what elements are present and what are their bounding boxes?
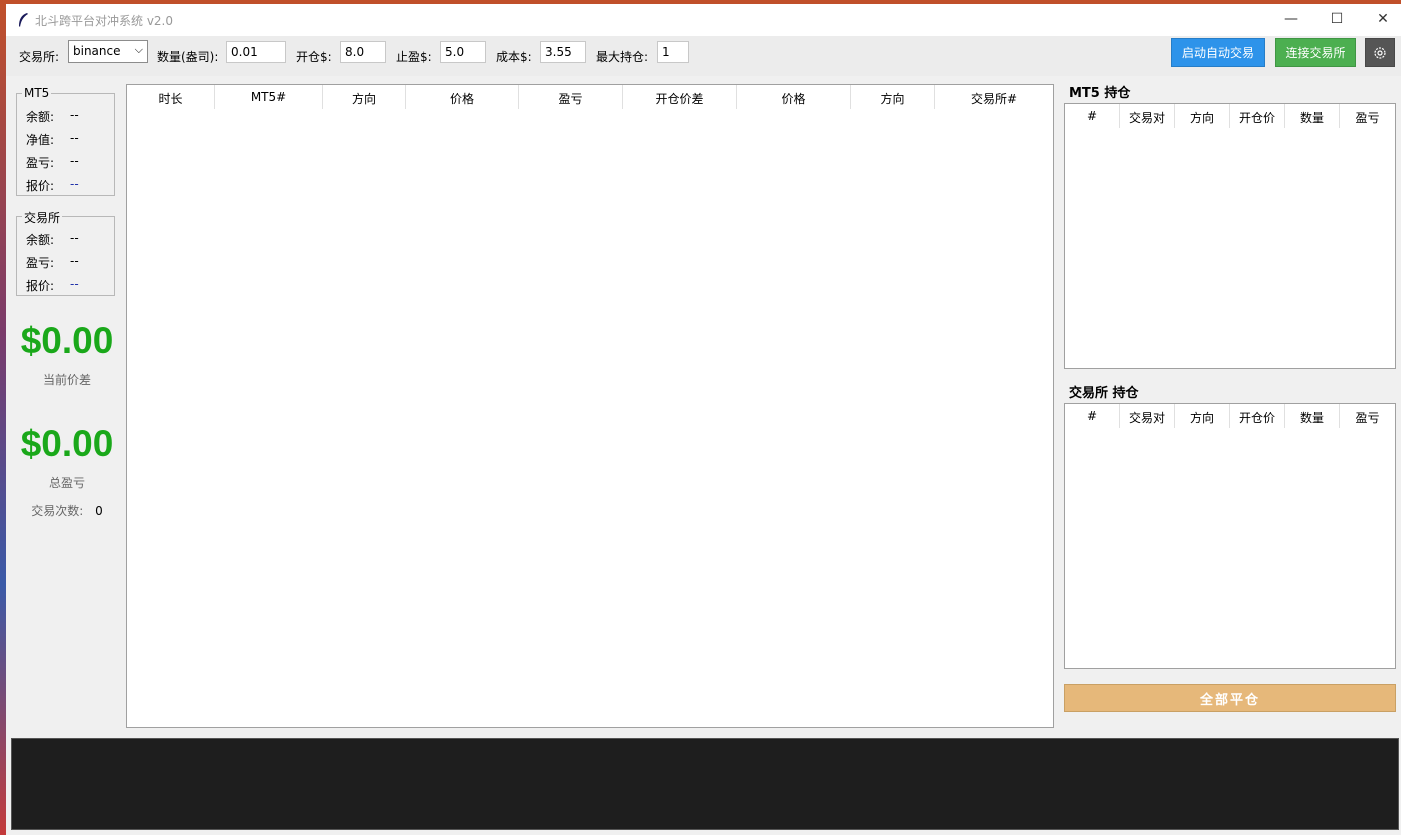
exchange-col-symbol[interactable]: 交易对: [1120, 404, 1175, 428]
col-pnl[interactable]: 盈亏: [519, 85, 623, 109]
maximize-button[interactable]: ☐: [1314, 4, 1360, 34]
total-pnl-caption: 总盈亏: [48, 476, 85, 490]
mt5-quote-row: 报价: --: [26, 177, 79, 194]
exchange-col-open-price[interactable]: 开仓价: [1230, 404, 1285, 428]
col-open-spread[interactable]: 开仓价差: [623, 85, 737, 109]
table-header: 时长 MT5# 方向 价格 盈亏 开仓价差 价格 方向 交易所#: [127, 85, 1053, 109]
mt5-col-symbol[interactable]: 交易对: [1120, 104, 1175, 128]
mt5-balance-row: 余额: --: [26, 108, 79, 125]
mt5-col-open-price[interactable]: 开仓价: [1230, 104, 1285, 128]
exchange-select-value: binance: [73, 44, 121, 58]
gear-icon: [1374, 46, 1386, 59]
max-position-input[interactable]: [657, 41, 689, 63]
total-pnl-value: $0.00: [20, 423, 114, 464]
minimize-button[interactable]: —: [1268, 4, 1314, 34]
mt5-equity-row: 净值: --: [26, 131, 79, 148]
exchange-positions-header: # 交易对 方向 开仓价 数量 盈亏: [1065, 404, 1395, 428]
current-spread-caption: 当前价差: [42, 373, 91, 387]
mt5-equity-value: --: [70, 131, 79, 145]
mt5-col-direction[interactable]: 方向: [1175, 104, 1230, 128]
col-exchange-price[interactable]: 价格: [737, 85, 851, 109]
current-spread-value: $0.00: [20, 320, 114, 361]
exchange-col-index[interactable]: #: [1065, 404, 1120, 428]
trade-count-label: 交易次数:: [31, 504, 84, 518]
qty-input[interactable]: [226, 41, 286, 63]
exchange-balance-row: 余额: --: [26, 231, 79, 248]
exchange-pnl-value: --: [70, 254, 79, 268]
app-window: 北斗跨平台对冲系统 v2.0 — ☐ ✕ 交易所: binance ⌵ 数量(盎…: [6, 4, 1401, 835]
mt5-balance-value: --: [70, 108, 79, 122]
exchange-pnl-label: 盈亏:: [26, 256, 55, 270]
qty-label: 数量(盎司):: [157, 50, 219, 64]
window-title: 北斗跨平台对冲系统 v2.0: [35, 14, 174, 28]
feather-icon: [19, 13, 28, 27]
title-bar: 北斗跨平台对冲系统 v2.0 — ☐ ✕: [6, 4, 1401, 36]
mt5-group-title: MT5: [22, 86, 52, 100]
exchange-group-title: 交易所: [22, 209, 63, 226]
mt5-positions-title: MT5 持仓: [1069, 86, 1131, 101]
cost-input[interactable]: [540, 41, 586, 63]
connect-exchange-button[interactable]: 连接交易所: [1275, 38, 1356, 67]
toolbar: 交易所: binance ⌵ 数量(盎司): 开仓$: 止盈$: 成本$: 最大…: [6, 36, 1401, 76]
col-mt5-price[interactable]: 价格: [406, 85, 519, 109]
col-exchange-direction[interactable]: 方向: [851, 85, 935, 109]
exchange-positions-table[interactable]: # 交易对 方向 开仓价 数量 盈亏: [1064, 403, 1396, 669]
exchange-balance-label: 余额:: [26, 233, 55, 247]
close-button[interactable]: ✕: [1360, 4, 1401, 34]
exchange-positions-title: 交易所 持仓: [1069, 386, 1139, 401]
exchange-select[interactable]: binance ⌵: [68, 40, 148, 63]
mt5-quote-label: 报价:: [26, 179, 55, 193]
mt5-positions-header: # 交易对 方向 开仓价 数量 盈亏: [1065, 104, 1395, 128]
col-duration[interactable]: 时长: [127, 85, 215, 109]
open-label: 开仓$:: [296, 50, 332, 64]
take-profit-label: 止盈$:: [396, 50, 432, 64]
log-console[interactable]: [11, 738, 1399, 830]
exchange-quote-value: --: [70, 277, 79, 291]
hedge-pairs-table[interactable]: 时长 MT5# 方向 价格 盈亏 开仓价差 价格 方向 交易所#: [126, 84, 1054, 728]
start-auto-trade-button[interactable]: 启动自动交易: [1171, 38, 1265, 67]
mt5-quote-value: --: [70, 177, 79, 191]
exchange-pnl-row: 盈亏: --: [26, 254, 79, 271]
exchange-label: 交易所:: [19, 50, 60, 64]
col-exchange-ticket[interactable]: 交易所#: [935, 85, 1053, 109]
mt5-pnl-label: 盈亏:: [26, 156, 55, 170]
mt5-balance-label: 余额:: [26, 110, 55, 124]
cost-label: 成本$:: [496, 50, 532, 64]
take-profit-input[interactable]: [440, 41, 486, 63]
exchange-col-direction[interactable]: 方向: [1175, 404, 1230, 428]
mt5-equity-label: 净值:: [26, 133, 55, 147]
settings-button[interactable]: [1365, 38, 1395, 67]
mt5-col-pnl[interactable]: 盈亏: [1340, 104, 1395, 128]
close-all-button[interactable]: 全部平仓: [1064, 684, 1396, 712]
mt5-positions-table[interactable]: # 交易对 方向 开仓价 数量 盈亏: [1064, 103, 1396, 369]
mt5-col-quantity[interactable]: 数量: [1285, 104, 1340, 128]
exchange-balance-value: --: [70, 231, 79, 245]
trade-count: 交易次数: 0: [18, 502, 116, 519]
col-mt5-ticket[interactable]: MT5#: [215, 85, 323, 109]
mt5-pnl-row: 盈亏: --: [26, 154, 79, 171]
open-input[interactable]: [340, 41, 386, 63]
mt5-pnl-value: --: [70, 154, 79, 168]
max-position-label: 最大持仓:: [596, 50, 649, 64]
exchange-col-quantity[interactable]: 数量: [1285, 404, 1340, 428]
exchange-quote-row: 报价: --: [26, 277, 79, 294]
col-mt5-direction[interactable]: 方向: [323, 85, 406, 109]
exchange-quote-label: 报价:: [26, 279, 55, 293]
chevron-down-icon: ⌵: [134, 43, 143, 56]
trade-count-value: 0: [95, 504, 103, 518]
mt5-account-group: MT5 余额: -- 净值: -- 盈亏: -- 报价: --: [16, 86, 115, 196]
exchange-account-group: 交易所 余额: -- 盈亏: -- 报价: --: [16, 209, 115, 296]
mt5-col-index[interactable]: #: [1065, 104, 1120, 128]
exchange-col-pnl[interactable]: 盈亏: [1340, 404, 1395, 428]
